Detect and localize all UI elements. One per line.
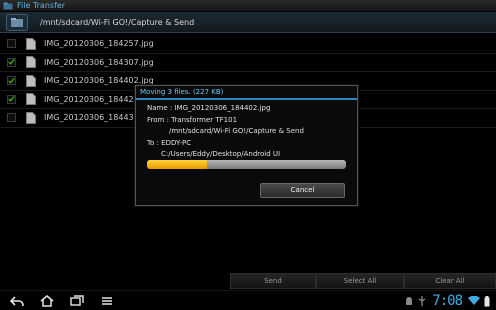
- transfer-destination: To : EDDY-PC: [147, 138, 192, 147]
- file-checkbox[interactable]: [7, 57, 16, 67]
- home-icon[interactable]: [38, 293, 56, 309]
- app-title: File Transfer: [17, 1, 66, 10]
- back-icon[interactable]: [8, 293, 26, 309]
- transfer-source-path: /mnt/sdcard/Wi-Fi GO!/Capture & Send: [169, 127, 304, 135]
- dialog-title: Moving 3 files. (227 KB): [136, 86, 357, 100]
- image-file-icon: [26, 93, 36, 106]
- action-bar: Send Select All Clear All: [0, 273, 496, 289]
- transfer-dialog: Moving 3 files. (227 KB) Name : IMG_2012…: [135, 85, 358, 206]
- wifi-icon: [468, 296, 480, 306]
- file-row[interactable]: IMG_20120306_184257.jpg: [0, 35, 496, 54]
- file-checkbox[interactable]: [7, 39, 16, 49]
- send-button[interactable]: Send: [230, 273, 316, 289]
- file-checkbox[interactable]: [7, 76, 16, 86]
- transfer-source: From : Transformer TF101: [147, 115, 238, 124]
- image-file-icon: [26, 74, 36, 87]
- file-checkbox[interactable]: [7, 113, 16, 123]
- file-name: IMG_20120306_184307.jpg: [44, 57, 154, 67]
- system-bar: 7:08: [0, 290, 496, 310]
- image-file-icon: [26, 111, 36, 124]
- status-area[interactable]: 7:08: [402, 291, 492, 310]
- file-checkbox[interactable]: [7, 94, 16, 104]
- clear-all-button[interactable]: Clear All: [404, 273, 496, 289]
- file-row[interactable]: IMG_20120306_184307.jpg: [0, 54, 496, 72]
- transfer-destination-path: C:/Users/Eddy/Desktop/Android UI: [161, 150, 281, 158]
- folder-up-icon[interactable]: [6, 13, 28, 31]
- cancel-button[interactable]: Cancel: [260, 183, 345, 198]
- file-transfer-icon: [3, 2, 13, 9]
- battery-icon: [484, 295, 490, 307]
- checkmark-icon: [8, 59, 15, 66]
- image-file-icon: [26, 37, 36, 50]
- image-file-icon: [26, 56, 36, 69]
- usb-icon: [418, 296, 426, 306]
- action-bar-spacer: [0, 273, 230, 289]
- checkmark-icon: [8, 77, 15, 84]
- progress-fill: [147, 160, 207, 169]
- transfer-progress-bar: [147, 160, 346, 169]
- clock: 7:08: [432, 293, 463, 309]
- dialog-body: Name : IMG_20120306_184402.jpg From : Tr…: [136, 100, 357, 161]
- file-name: IMG_20120306_184402.jpg: [44, 76, 154, 86]
- file-name: IMG_20120306_184257.jpg: [44, 39, 154, 49]
- current-path: /mnt/sdcard/Wi-Fi GO!/Capture & Send: [40, 17, 195, 27]
- path-bar: /mnt/sdcard/Wi-Fi GO!/Capture & Send: [0, 12, 496, 33]
- title-bar: File Transfer: [0, 0, 496, 11]
- select-all-button[interactable]: Select All: [316, 273, 404, 289]
- recent-apps-icon[interactable]: [68, 293, 86, 309]
- transfer-file-name: Name : IMG_20120306_184402.jpg: [147, 104, 271, 112]
- menu-icon[interactable]: [98, 293, 116, 309]
- android-icon: [404, 296, 414, 306]
- checkmark-icon: [8, 96, 15, 103]
